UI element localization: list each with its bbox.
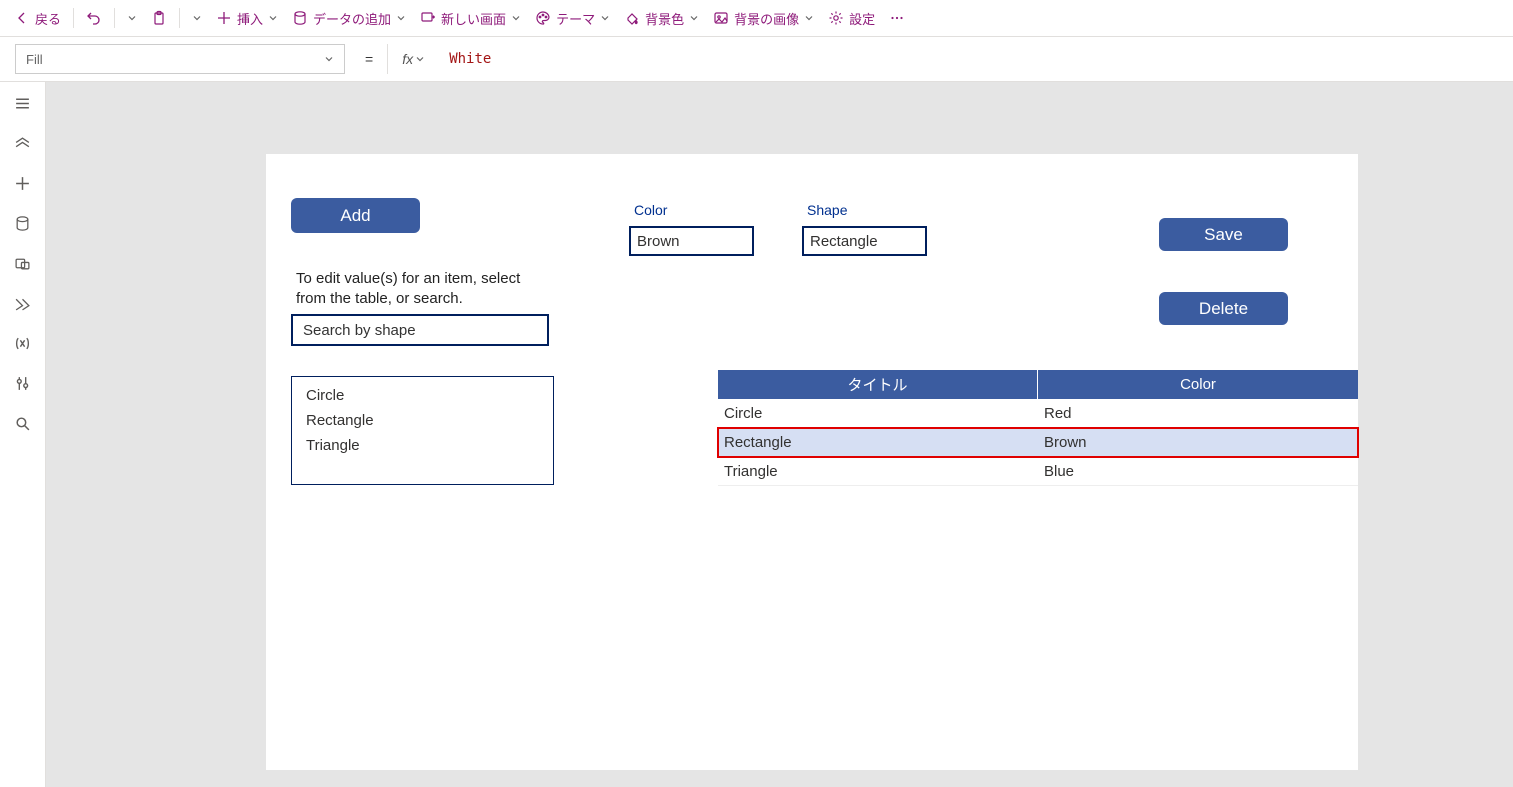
paste-chevron[interactable] xyxy=(186,9,208,27)
search-input[interactable]: Search by shape xyxy=(291,314,549,346)
table-row[interactable]: Rectangle Brown xyxy=(718,428,1358,457)
separator xyxy=(179,8,180,28)
bg-image-label: 背景の画像 xyxy=(734,9,799,28)
table-header-title: タイトル xyxy=(718,370,1038,399)
rail-tree-view[interactable] xyxy=(7,132,39,154)
rail-insert[interactable] xyxy=(7,172,39,194)
list-item[interactable]: Triangle xyxy=(306,437,539,454)
fx-label: fx xyxy=(402,51,413,67)
delete-button-label: Delete xyxy=(1199,299,1248,319)
formula-bar: Fill = fx White xyxy=(0,36,1513,82)
instruction-text: To edit value(s) for an item, select fro… xyxy=(296,269,546,310)
table-cell-color: Red xyxy=(1038,399,1358,427)
table-cell-title: Rectangle xyxy=(718,428,1038,456)
top-toolbar: 戻る 挿入 データの追加 新しい画面 xyxy=(0,0,1513,36)
settings-button[interactable]: 設定 xyxy=(822,5,881,32)
rail-data[interactable] xyxy=(7,212,39,234)
add-data-button[interactable]: データの追加 xyxy=(286,5,412,32)
clipboard-icon xyxy=(151,10,167,26)
arrow-left-icon xyxy=(14,10,30,26)
more-icon xyxy=(889,10,905,26)
fx-button[interactable]: fx xyxy=(387,44,429,74)
new-screen-label: 新しい画面 xyxy=(441,9,506,28)
app-screen[interactable]: Add To edit value(s) for an item, select… xyxy=(266,154,1358,770)
property-value: Fill xyxy=(26,52,43,67)
shape-input[interactable]: Rectangle xyxy=(802,226,927,256)
table-header-color: Color xyxy=(1038,370,1358,399)
rail-variables[interactable] xyxy=(7,332,39,354)
shape-input-value: Rectangle xyxy=(810,233,878,250)
color-input-value: Brown xyxy=(637,233,680,250)
back-button[interactable]: 戻る xyxy=(8,5,67,32)
add-button-label: Add xyxy=(340,206,370,226)
table-cell-title: Triangle xyxy=(718,457,1038,485)
data-icon xyxy=(292,10,308,26)
equals-sign: = xyxy=(357,51,375,67)
list-item[interactable]: Circle xyxy=(306,387,539,404)
fill-icon xyxy=(624,10,640,26)
undo-button[interactable] xyxy=(80,6,108,30)
rail-tools[interactable] xyxy=(7,372,39,394)
table-row[interactable]: Circle Red xyxy=(718,399,1358,428)
image-icon xyxy=(713,10,729,26)
table-cell-title: Circle xyxy=(718,399,1038,427)
rail-media[interactable] xyxy=(7,252,39,274)
theme-label: テーマ xyxy=(556,9,595,28)
palette-icon xyxy=(535,10,551,26)
table-row[interactable]: Triangle Blue xyxy=(718,457,1358,486)
rail-hamburger[interactable] xyxy=(7,92,39,114)
paste-button[interactable] xyxy=(145,6,173,30)
settings-label: 設定 xyxy=(849,9,875,28)
search-placeholder: Search by shape xyxy=(303,322,416,339)
undo-icon xyxy=(86,10,102,26)
formula-input[interactable]: White xyxy=(441,51,1498,67)
bg-image-button[interactable]: 背景の画像 xyxy=(707,5,820,32)
theme-button[interactable]: テーマ xyxy=(529,5,616,32)
table-header-row: タイトル Color xyxy=(718,370,1358,399)
bg-color-label: 背景色 xyxy=(645,9,684,28)
overflow-button[interactable] xyxy=(883,6,911,30)
property-dropdown[interactable]: Fill xyxy=(15,44,345,74)
rail-power-automate[interactable] xyxy=(7,292,39,314)
save-button-label: Save xyxy=(1204,225,1243,245)
left-rail xyxy=(0,82,46,787)
gear-icon xyxy=(828,10,844,26)
add-button[interactable]: Add xyxy=(291,198,420,233)
table-cell-color: Blue xyxy=(1038,457,1358,485)
separator xyxy=(73,8,74,28)
delete-button[interactable]: Delete xyxy=(1159,292,1288,325)
new-screen-button[interactable]: 新しい画面 xyxy=(414,5,527,32)
insert-button[interactable]: 挿入 xyxy=(210,5,284,32)
color-input[interactable]: Brown xyxy=(629,226,754,256)
new-screen-icon xyxy=(420,10,436,26)
color-label: Color xyxy=(634,202,667,218)
shape-label: Shape xyxy=(807,202,847,218)
list-item[interactable]: Rectangle xyxy=(306,412,539,429)
data-table: タイトル Color Circle Red Rectangle Brown Tr… xyxy=(718,370,1358,486)
rail-search[interactable] xyxy=(7,412,39,434)
undo-chevron[interactable] xyxy=(121,9,143,27)
table-cell-color: Brown xyxy=(1038,428,1358,456)
save-button[interactable]: Save xyxy=(1159,218,1288,251)
insert-label: 挿入 xyxy=(237,9,263,28)
separator xyxy=(114,8,115,28)
plus-icon xyxy=(216,10,232,26)
bg-color-button[interactable]: 背景色 xyxy=(618,5,705,32)
add-data-label: データの追加 xyxy=(313,9,391,28)
back-label: 戻る xyxy=(35,9,61,28)
canvas-area: Add To edit value(s) for an item, select… xyxy=(46,82,1513,787)
shape-list: Circle Rectangle Triangle xyxy=(291,376,554,485)
